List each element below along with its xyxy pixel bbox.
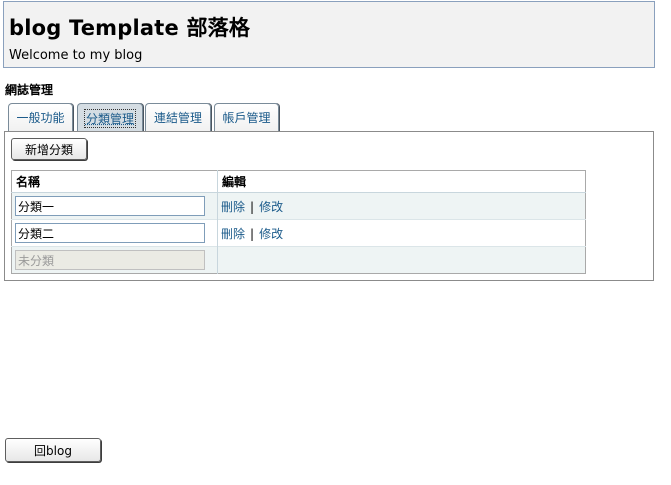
table-row: 刪除 | 修改 — [11, 219, 586, 247]
category-name-input[interactable] — [15, 196, 205, 216]
edit-link[interactable]: 修改 — [259, 200, 283, 214]
site-subtitle: Welcome to my blog — [9, 48, 143, 63]
add-category-button[interactable]: 新增分類 — [11, 138, 87, 160]
tab-account-management-label: 帳戶管理 — [222, 111, 271, 125]
table-header-row: 名稱 編輯 — [11, 170, 586, 193]
column-header-name: 名稱 — [11, 170, 218, 193]
table-row — [11, 246, 586, 274]
edit-link[interactable]: 修改 — [259, 227, 283, 241]
tab-general[interactable]: 一般功能 — [8, 103, 73, 131]
link-separator: | — [250, 226, 255, 241]
tab-general-label: 一般功能 — [16, 111, 65, 125]
tab-panel: 新增分類 名稱 編輯 刪除 | 修改 刪除 | 修改 — [4, 131, 654, 281]
tab-account-management[interactable]: 帳戶管理 — [214, 103, 279, 131]
category-actions-cell — [217, 246, 586, 274]
back-to-blog-button[interactable]: 回blog — [5, 438, 101, 462]
tab-category-management-label: 分類管理 — [83, 108, 137, 128]
tab-link-management[interactable]: 連結管理 — [145, 103, 211, 131]
tab-category-management[interactable]: 分類管理 — [77, 103, 143, 132]
uncategorized-name-input — [15, 250, 205, 270]
page-title: 網誌管理 — [5, 83, 54, 97]
category-name-cell — [11, 246, 218, 274]
table-row: 刪除 | 修改 — [11, 192, 586, 220]
delete-link[interactable]: 刪除 — [221, 227, 245, 241]
tab-link-management-label: 連結管理 — [153, 111, 202, 125]
category-actions-cell: 刪除 | 修改 — [217, 192, 586, 220]
site-header: blog Template 部落格 Welcome to my blog — [3, 1, 655, 68]
column-header-edit: 編輯 — [217, 170, 586, 193]
site-title: blog Template 部落格 — [9, 16, 251, 40]
category-table: 名稱 編輯 刪除 | 修改 刪除 | 修改 — [11, 170, 586, 274]
category-name-cell — [11, 192, 218, 220]
category-actions-cell: 刪除 | 修改 — [217, 219, 586, 247]
link-separator: | — [250, 199, 255, 214]
category-name-input[interactable] — [15, 223, 205, 243]
delete-link[interactable]: 刪除 — [221, 200, 245, 214]
category-name-cell — [11, 219, 218, 247]
